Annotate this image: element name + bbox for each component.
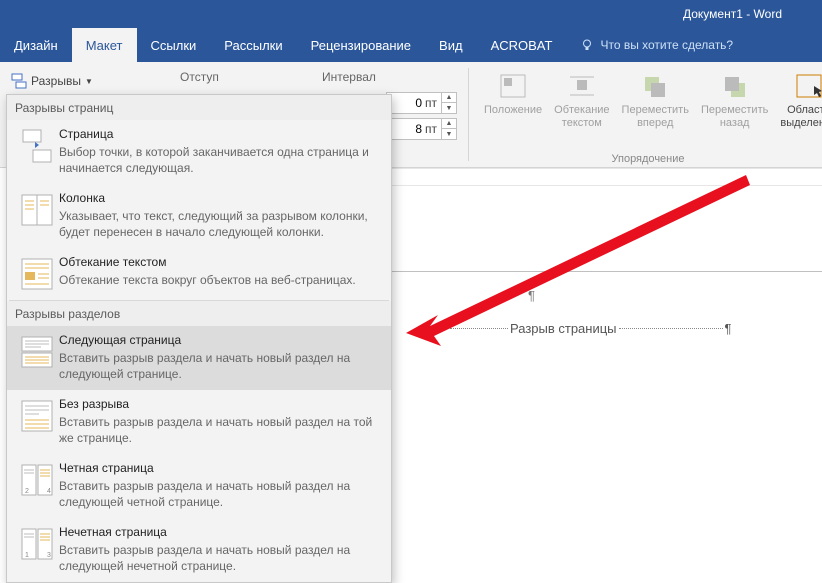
- spacing-before-spinner[interactable]: пт ▲▼: [386, 92, 457, 114]
- menu-item-even-page[interactable]: 24 Четная страницаВставить разрыв раздел…: [7, 454, 391, 518]
- horizontal-ruler[interactable]: [392, 168, 822, 186]
- document-area[interactable]: ¶ Разрыв страницы ¶: [392, 168, 822, 579]
- menu-item-nextpage-desc: Вставить разрыв раздела и начать новый р…: [59, 350, 381, 382]
- spin-up-icon[interactable]: ▲: [442, 93, 456, 103]
- window-title: Документ1 - Word: [683, 7, 782, 21]
- menu-item-column-title: Колонка: [59, 190, 381, 206]
- menu-item-wrap-desc: Обтекание текста вокруг объектов на веб-…: [59, 272, 356, 288]
- svg-text:4: 4: [47, 488, 51, 495]
- ribbon-tabs: Дизайн Макет Ссылки Рассылки Рецензирова…: [0, 28, 822, 62]
- odd-page-icon: 13: [19, 526, 55, 562]
- tab-review[interactable]: Рецензирование: [297, 28, 425, 62]
- arrange-group-label: Упорядочение: [478, 153, 818, 165]
- menu-item-continuous[interactable]: Без разрыва Вставить разрыв раздела и нач…: [7, 390, 391, 454]
- menu-section-section-breaks: Разрывы разделов: [7, 301, 391, 326]
- menu-item-page-title: Страница: [59, 126, 381, 142]
- lightbulb-icon: [580, 38, 594, 52]
- menu-item-cont-title: Без разрыва: [59, 396, 381, 412]
- spin-down-icon[interactable]: ▼: [442, 103, 456, 113]
- backward-label: Переместить назад: [701, 104, 768, 130]
- page-boundary: [392, 271, 822, 273]
- spacing-after-spinner[interactable]: пт ▲▼: [386, 118, 457, 140]
- menu-section-page-breaks: Разрывы страниц: [7, 95, 391, 120]
- bring-forward-button: Переместить вперед: [616, 68, 695, 130]
- interval-label: Интервал: [322, 70, 376, 84]
- spacing-before-unit: пт: [425, 96, 441, 110]
- wrap-label: Обтекание текстом: [554, 104, 609, 130]
- page-break-marker: Разрыв страницы ¶: [448, 321, 822, 336]
- menu-item-odd-page[interactable]: 13 Нечетная страницаВставить разрыв разд…: [7, 518, 391, 582]
- tab-acrobat[interactable]: ACROBAT: [477, 28, 567, 62]
- menu-item-nextpage-title: Следующая страница: [59, 332, 381, 348]
- position-label: Положение: [484, 104, 542, 117]
- even-page-icon: 24: [19, 462, 55, 498]
- position-button: Положение: [478, 68, 548, 130]
- next-page-icon: [19, 334, 55, 370]
- ribbon-separator: [468, 68, 469, 161]
- menu-item-next-page[interactable]: Следующая страница Вставить разрыв раздел…: [7, 326, 391, 390]
- send-backward-button: Переместить назад: [695, 68, 774, 130]
- svg-text:3: 3: [47, 552, 51, 559]
- send-backward-icon: [720, 72, 750, 100]
- arrange-group: Положение Обтекание текстом Переместить …: [478, 68, 818, 130]
- menu-item-even-title: Четная страница: [59, 460, 381, 476]
- tab-view[interactable]: Вид: [425, 28, 477, 62]
- position-icon: [498, 72, 528, 100]
- textwrap-break-icon: [19, 256, 55, 292]
- wrap-icon: [567, 72, 597, 100]
- tell-me-placeholder: Что вы хотите сделать?: [600, 38, 733, 52]
- selection-pane-button[interactable]: Область выделения: [774, 68, 822, 130]
- breaks-dropdown: Разрывы страниц Страница Выбор точки, в к…: [6, 94, 392, 583]
- menu-item-page-desc: Выбор точки, в которой заканчивается одн…: [59, 144, 381, 176]
- selection-pane-icon: [794, 72, 822, 100]
- bring-forward-icon: [640, 72, 670, 100]
- breaks-button[interactable]: Разрывы ▼: [8, 70, 100, 92]
- tab-layout[interactable]: Макет: [72, 28, 137, 62]
- menu-item-even-desc: Вставить разрыв раздела и начать новый р…: [59, 478, 381, 510]
- spacing-after-value[interactable]: [387, 122, 425, 136]
- continuous-icon: [19, 398, 55, 434]
- paragraph-mark-end: ¶: [725, 321, 732, 336]
- tell-me-search[interactable]: Что вы хотите сделать?: [580, 28, 733, 62]
- column-break-icon: [19, 192, 55, 228]
- menu-item-cont-desc: Вставить разрыв раздела и начать новый р…: [59, 414, 381, 446]
- menu-item-textwrap[interactable]: Обтекание текстом Обтекание текста вокруг…: [7, 248, 391, 300]
- page-break-icon: [19, 128, 55, 164]
- tab-mailings[interactable]: Рассылки: [210, 28, 296, 62]
- menu-item-odd-desc: Вставить разрыв раздела и начать новый р…: [59, 542, 381, 574]
- chevron-down-icon: ▼: [85, 77, 93, 86]
- spin-up-icon[interactable]: ▲: [442, 119, 456, 129]
- page-content[interactable]: ¶ Разрыв страницы ¶: [424, 288, 822, 336]
- svg-text:1: 1: [25, 552, 29, 559]
- breaks-icon: [11, 73, 27, 89]
- spacing-after-unit: пт: [425, 122, 441, 136]
- page-break-text: Разрыв страницы: [510, 321, 617, 336]
- title-bar: Документ1 - Word: [0, 0, 822, 28]
- spacing-before-value[interactable]: [387, 96, 425, 110]
- tab-design[interactable]: Дизайн: [0, 28, 72, 62]
- breaks-label: Разрывы: [31, 74, 81, 88]
- spin-down-icon[interactable]: ▼: [442, 129, 456, 139]
- menu-item-column-desc: Указывает, что текст, следующий за разры…: [59, 208, 381, 240]
- menu-item-column[interactable]: Колонка Указывает, что текст, следующий з…: [7, 184, 391, 248]
- forward-label: Переместить вперед: [622, 104, 689, 130]
- menu-item-odd-title: Нечетная страница: [59, 524, 381, 540]
- paragraph-mark: ¶: [528, 288, 822, 303]
- wrap-button: Обтекание текстом: [548, 68, 615, 130]
- indent-label: Отступ: [180, 70, 219, 84]
- menu-item-wrap-title: Обтекание текстом: [59, 254, 356, 270]
- menu-item-page[interactable]: Страница Выбор точки, в которой заканчива…: [7, 120, 391, 184]
- svg-text:2: 2: [25, 488, 29, 495]
- tab-references[interactable]: Ссылки: [137, 28, 211, 62]
- selection-label: Область выделения: [780, 104, 822, 130]
